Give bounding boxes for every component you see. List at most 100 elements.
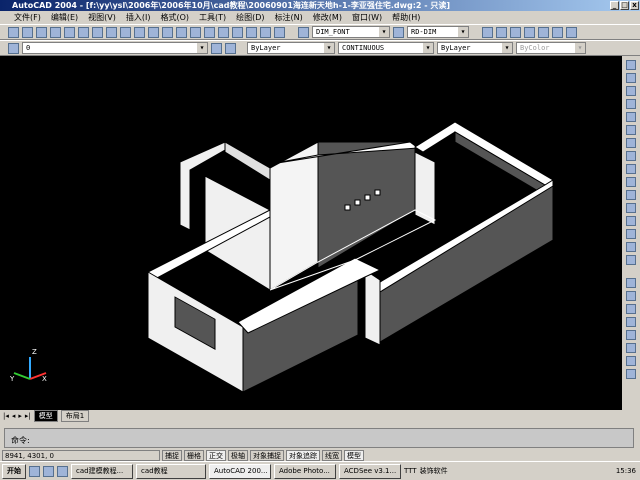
make-current-icon[interactable]: [211, 42, 222, 54]
hatch-icon[interactable]: [626, 229, 636, 239]
tab-layout1[interactable]: 布局1: [60, 410, 90, 422]
torus-icon[interactable]: [626, 343, 636, 353]
3d-view-icon[interactable]: [482, 26, 493, 38]
task-autocad[interactable]: AutoCAD 200...: [209, 463, 271, 479]
top-view-icon[interactable]: [496, 26, 507, 38]
redo-icon[interactable]: [162, 26, 173, 38]
preview-icon[interactable]: [64, 26, 75, 38]
menu-window[interactable]: 窗口(W): [352, 12, 382, 23]
menu-file[interactable]: 文件(F): [14, 12, 41, 23]
tab-nav-prev[interactable]: ◂: [12, 412, 16, 420]
osnap-button[interactable]: 对象捕捉: [250, 449, 284, 461]
dim-style-select[interactable]: RD-DIM: [407, 26, 469, 38]
arc-icon[interactable]: [626, 125, 636, 135]
menu-draw[interactable]: 绘图(D): [236, 12, 264, 23]
otrack-button[interactable]: 对象追踪: [286, 449, 320, 461]
color-select[interactable]: ByLayer: [247, 42, 335, 54]
task-cad-tutorial[interactable]: cad建模教程...: [71, 463, 133, 479]
match-icon[interactable]: [134, 26, 145, 38]
menu-view[interactable]: 视图(V): [88, 12, 116, 23]
iso-view-icon[interactable]: [552, 26, 563, 38]
print-icon[interactable]: [50, 26, 61, 38]
menu-modify[interactable]: 修改(M): [313, 12, 342, 23]
box-icon[interactable]: [626, 278, 636, 288]
quicklaunch-icon[interactable]: [57, 465, 68, 477]
polyline-icon[interactable]: [626, 86, 636, 96]
start-button[interactable]: 开始: [2, 463, 26, 479]
snap-button[interactable]: 捕捉: [162, 449, 182, 461]
menu-dimension[interactable]: 标注(N): [275, 12, 303, 23]
layer-select[interactable]: 0: [22, 42, 208, 54]
make-block-icon[interactable]: [626, 203, 636, 213]
menu-insert[interactable]: 插入(I): [126, 12, 151, 23]
cut-icon[interactable]: [92, 26, 103, 38]
copy-icon[interactable]: [106, 26, 117, 38]
zoom-window-icon[interactable]: [204, 26, 215, 38]
menu-format[interactable]: 格式(O): [160, 12, 189, 23]
paste-icon[interactable]: [120, 26, 131, 38]
command-line[interactable]: 命令:: [4, 428, 634, 448]
new-icon[interactable]: [8, 26, 19, 38]
save-icon[interactable]: [36, 26, 47, 38]
pan-icon[interactable]: [176, 26, 187, 38]
cone-icon[interactable]: [626, 317, 636, 327]
design-center-icon[interactable]: [246, 26, 257, 38]
cylinder-icon[interactable]: [626, 304, 636, 314]
zoom-previous-icon[interactable]: [218, 26, 229, 38]
right-view-icon[interactable]: [538, 26, 549, 38]
front-view-icon[interactable]: [510, 26, 521, 38]
grid-button[interactable]: 栅格: [184, 449, 204, 461]
plotstyle-select[interactable]: ByColor: [516, 42, 586, 54]
tab-nav-next[interactable]: ▸: [18, 412, 22, 420]
polygon-icon[interactable]: [626, 99, 636, 109]
wedge-icon[interactable]: [626, 330, 636, 340]
mtext-icon[interactable]: [626, 255, 636, 265]
tool-palette-icon[interactable]: [260, 26, 271, 38]
undo-icon[interactable]: [148, 26, 159, 38]
camera-icon[interactable]: [566, 26, 577, 38]
publish-icon[interactable]: [78, 26, 89, 38]
sphere-icon[interactable]: [626, 291, 636, 301]
lineweight-select[interactable]: ByLayer: [437, 42, 513, 54]
layer-manager-icon[interactable]: [8, 42, 19, 54]
maximize-button[interactable]: □: [620, 1, 629, 10]
line-icon[interactable]: [626, 60, 636, 70]
polar-button[interactable]: 极轴: [228, 449, 248, 461]
point-icon[interactable]: [626, 216, 636, 226]
tab-nav-first[interactable]: |◂: [3, 412, 9, 420]
help-icon[interactable]: [274, 26, 285, 38]
close-button[interactable]: x: [630, 1, 639, 10]
layer-previous-icon[interactable]: [225, 42, 236, 54]
ellipse-icon[interactable]: [626, 177, 636, 187]
insert-block-icon[interactable]: [626, 190, 636, 200]
tray-ttt[interactable]: TTT: [404, 467, 417, 475]
menu-edit[interactable]: 编辑(E): [51, 12, 78, 23]
linetype-select[interactable]: CONTINUOUS: [338, 42, 434, 54]
region-icon[interactable]: [626, 242, 636, 252]
spline-icon[interactable]: [626, 164, 636, 174]
tab-model[interactable]: 模型: [33, 410, 58, 422]
properties-icon[interactable]: [232, 26, 243, 38]
tray-decoration-software[interactable]: 装饰软件: [420, 466, 448, 476]
rectangle-icon[interactable]: [626, 112, 636, 122]
menu-help[interactable]: 帮助(H): [392, 12, 420, 23]
model-button[interactable]: 模型: [344, 449, 364, 461]
circle-icon[interactable]: [626, 138, 636, 148]
revcloud-icon[interactable]: [626, 151, 636, 161]
drawing-area[interactable]: Z X Y: [0, 56, 622, 410]
task-cad-folder[interactable]: cad教程: [136, 463, 206, 479]
quicklaunch-icon[interactable]: [43, 465, 54, 477]
zoom-realtime-icon[interactable]: [190, 26, 201, 38]
lineweight-button[interactable]: 线宽: [322, 449, 342, 461]
xline-icon[interactable]: [626, 73, 636, 83]
left-view-icon[interactable]: [524, 26, 535, 38]
revolve-icon[interactable]: [626, 369, 636, 379]
ortho-button[interactable]: 正交: [206, 449, 226, 461]
minimize-button[interactable]: _: [610, 1, 619, 10]
tab-nav-last[interactable]: ▸|: [25, 412, 31, 420]
task-acdsee[interactable]: ACDSee v3.1...: [339, 463, 401, 479]
open-icon[interactable]: [22, 26, 33, 38]
task-photoshop[interactable]: Adobe Photo...: [274, 463, 336, 479]
menu-tools[interactable]: 工具(T): [199, 12, 226, 23]
text-style-select[interactable]: DIM_FONT: [312, 26, 390, 38]
